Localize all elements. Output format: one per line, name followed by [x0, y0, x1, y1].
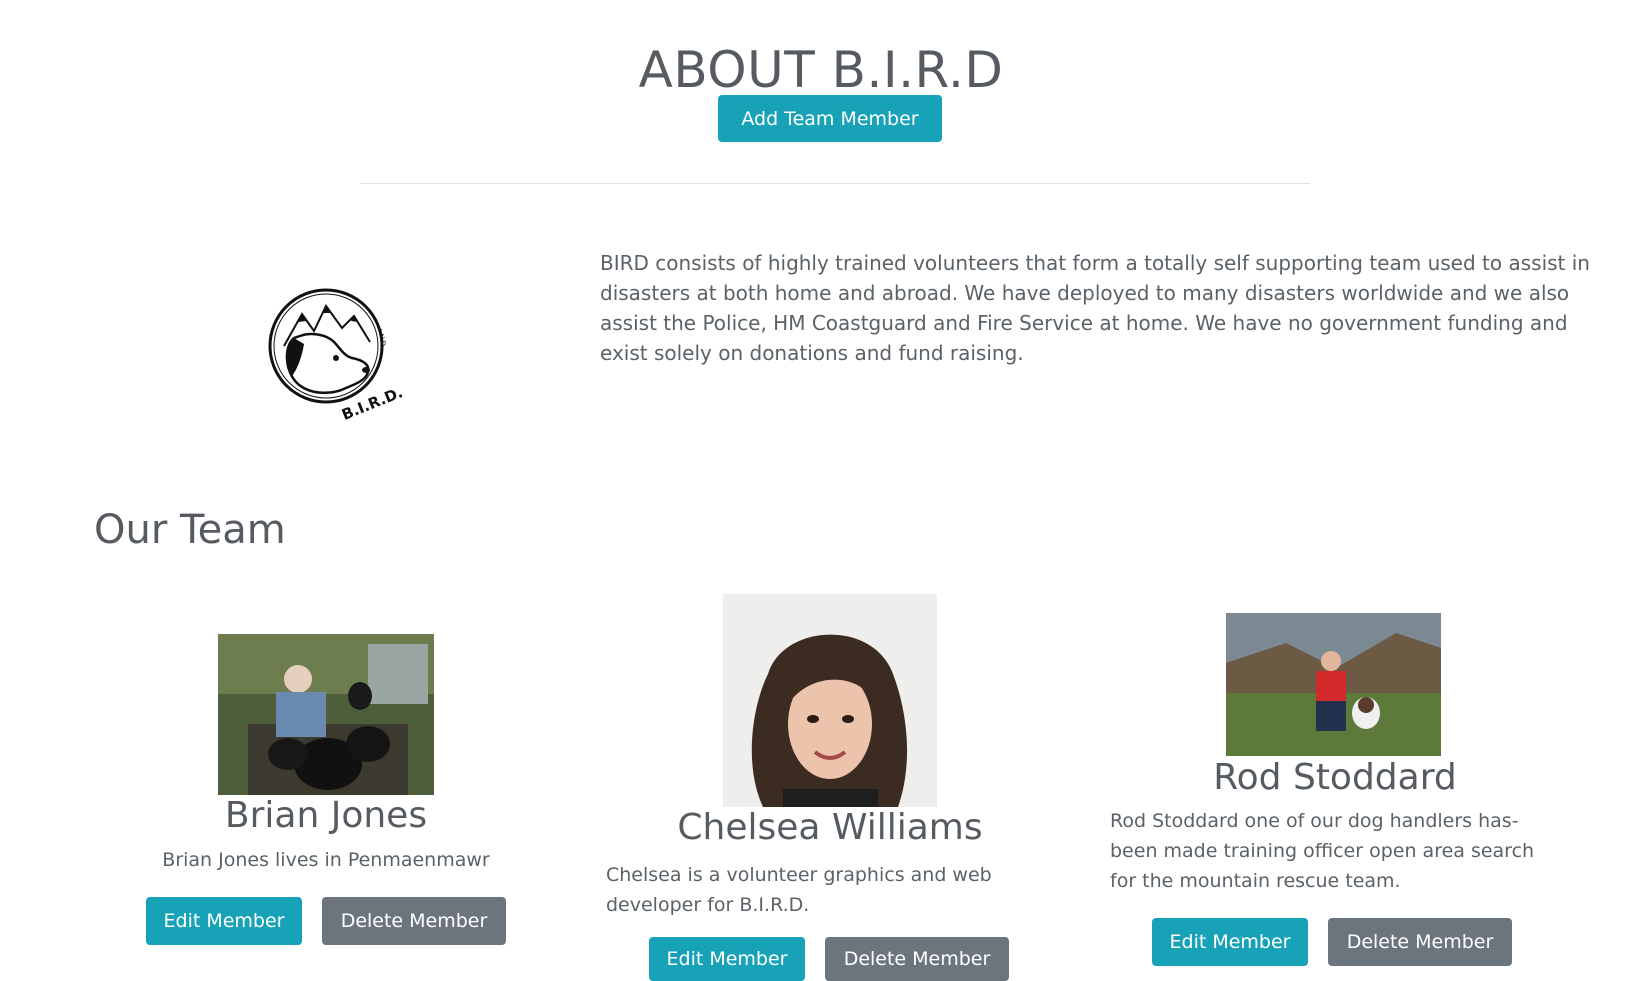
member-description-rod-stoddard: Rod Stoddard one of our dog handlers has… — [1110, 810, 1535, 892]
divider — [360, 183, 1310, 184]
member-photo-brian-jones — [218, 634, 434, 795]
add-team-member-button[interactable]: Add Team Member — [718, 95, 942, 142]
page-title: ABOUT B.I.R.D — [638, 40, 1004, 99]
edit-member-button[interactable]: Edit Member — [1152, 918, 1308, 966]
edit-member-button[interactable]: Edit Member — [649, 937, 805, 981]
member-description-brian-jones: Brian Jones lives in Penmaenmawr — [162, 849, 490, 871]
about-text: BIRD consists of highly trained voluntee… — [600, 251, 1590, 365]
bird-logo-icon: BRITISH INTERNATIONAL RESCUE AND SEARCH … — [251, 269, 406, 426]
member-description-chelsea-williams: Chelsea is a volunteer graphics and web … — [606, 864, 992, 916]
delete-member-button[interactable]: Delete Member — [1328, 918, 1512, 966]
our-team-heading: Our Team — [94, 507, 286, 553]
delete-member-button[interactable]: Delete Member — [825, 937, 1009, 981]
member-photo-rod-stoddard — [1226, 613, 1441, 756]
member-name-rod-stoddard: Rod Stoddard — [1213, 757, 1457, 798]
member-name-chelsea-williams: Chelsea Williams — [677, 807, 983, 848]
delete-member-button[interactable]: Delete Member — [322, 897, 506, 945]
member-photo-chelsea-williams — [723, 594, 937, 807]
edit-member-button[interactable]: Edit Member — [146, 897, 302, 945]
member-name-brian-jones: Brian Jones — [224, 795, 428, 836]
